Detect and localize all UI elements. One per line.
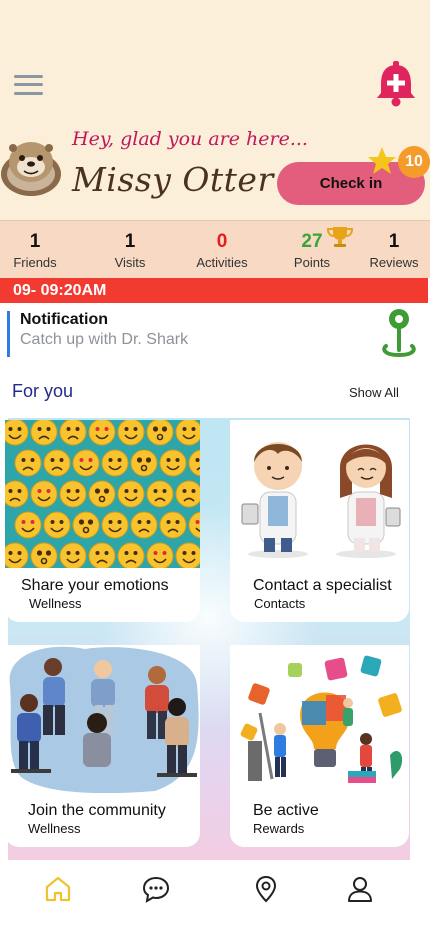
stat-value: 1 xyxy=(388,231,400,252)
notification-card[interactable]: Notification Catch up with Dr. Shark xyxy=(0,303,430,365)
emoji-face xyxy=(5,480,29,508)
emoji-face xyxy=(30,420,58,446)
home-icon[interactable] xyxy=(43,874,73,904)
map-pin-icon[interactable] xyxy=(380,306,418,360)
emoji-face xyxy=(175,420,200,446)
stats-bar: 1 Friends 1 Visits 0 Activities 27 Point… xyxy=(0,220,430,278)
emoji-face xyxy=(72,511,100,539)
card-title: Contact a specialist xyxy=(253,577,392,594)
points-badge: 10 xyxy=(398,146,430,178)
emoji-face xyxy=(146,542,174,568)
hamburger-menu-icon[interactable] xyxy=(14,73,44,97)
emoji-face xyxy=(146,480,174,508)
bottom-tab-bar xyxy=(0,862,430,932)
emoji-face xyxy=(117,542,145,568)
section-title: For you xyxy=(12,381,74,401)
notification-message: Catch up with Dr. Shark xyxy=(20,331,189,348)
emoji-face xyxy=(5,542,29,568)
emoji-face xyxy=(5,420,29,446)
time-bar: 09- 09:20AM xyxy=(0,278,428,303)
stat-label: Activities xyxy=(196,255,248,270)
emoji-face xyxy=(159,449,187,477)
emoji-face xyxy=(30,480,58,508)
emoji-face xyxy=(88,542,116,568)
bell-plus-icon[interactable] xyxy=(374,60,418,108)
card-category: Wellness xyxy=(28,821,81,836)
emoji-face xyxy=(72,449,100,477)
chat-icon[interactable] xyxy=(141,874,171,904)
show-all-link[interactable]: Show All xyxy=(349,385,399,400)
emoji-face xyxy=(88,420,116,446)
card-title: Share your emotions xyxy=(21,577,169,594)
card-category: Rewards xyxy=(253,821,305,836)
emoji-face xyxy=(30,542,58,568)
location-icon[interactable] xyxy=(251,874,281,904)
notification-title: Notification xyxy=(20,311,108,328)
emoji-face xyxy=(59,480,87,508)
trophy-icon xyxy=(326,226,354,248)
doctors-image xyxy=(230,420,409,568)
emoji-face xyxy=(88,480,116,508)
card-title: Be active xyxy=(253,802,319,819)
emoji-face xyxy=(175,542,200,568)
stat-visits[interactable]: 1 Visits xyxy=(87,221,173,279)
card-share-emotions[interactable]: Share your emotions Wellness xyxy=(5,420,200,622)
emoji-face xyxy=(117,480,145,508)
emoji-face xyxy=(59,542,87,568)
stat-label: Visits xyxy=(114,255,146,270)
emoji-face xyxy=(43,449,71,477)
emoji-face xyxy=(14,449,42,477)
user-name: Missy Otter xyxy=(72,160,274,199)
stat-label: Reviews xyxy=(369,255,419,270)
emoji-face xyxy=(43,511,71,539)
stat-value: 0 xyxy=(216,231,228,252)
card-contact-specialist[interactable]: Contact a specialist Contacts xyxy=(230,420,409,622)
notification-accent xyxy=(7,311,10,357)
emoji-faces-image xyxy=(5,420,200,568)
card-join-community[interactable]: Join the community Wellness xyxy=(5,645,200,847)
stat-label: Points xyxy=(293,255,331,270)
emoji-face xyxy=(101,511,129,539)
emoji-face xyxy=(146,420,174,446)
emoji-face xyxy=(117,420,145,446)
puzzle-team-image xyxy=(230,645,409,793)
emoji-face xyxy=(59,420,87,446)
card-be-active[interactable]: Be active Rewards xyxy=(230,645,409,847)
greeting-text: Hey, glad you are here... xyxy=(72,128,308,150)
star-icon xyxy=(367,146,397,176)
emoji-face xyxy=(130,449,158,477)
emoji-face xyxy=(130,511,158,539)
stat-activities[interactable]: 0 Activities xyxy=(179,221,265,279)
card-category: Wellness xyxy=(29,596,82,611)
emoji-face xyxy=(101,449,129,477)
emoji-face xyxy=(175,480,200,508)
otter-avatar[interactable] xyxy=(0,136,62,200)
stat-label: Friends xyxy=(13,255,57,270)
support-group-image xyxy=(5,645,200,793)
stat-reviews[interactable]: 1 Reviews xyxy=(351,221,430,279)
stat-friends[interactable]: 1 Friends xyxy=(0,221,78,279)
emoji-face xyxy=(159,511,187,539)
card-title: Join the community xyxy=(28,802,166,819)
stat-value: 1 xyxy=(29,231,41,252)
card-category: Contacts xyxy=(254,596,306,611)
emoji-face xyxy=(14,511,42,539)
stat-value: 1 xyxy=(124,231,136,252)
profile-icon[interactable] xyxy=(345,874,375,904)
